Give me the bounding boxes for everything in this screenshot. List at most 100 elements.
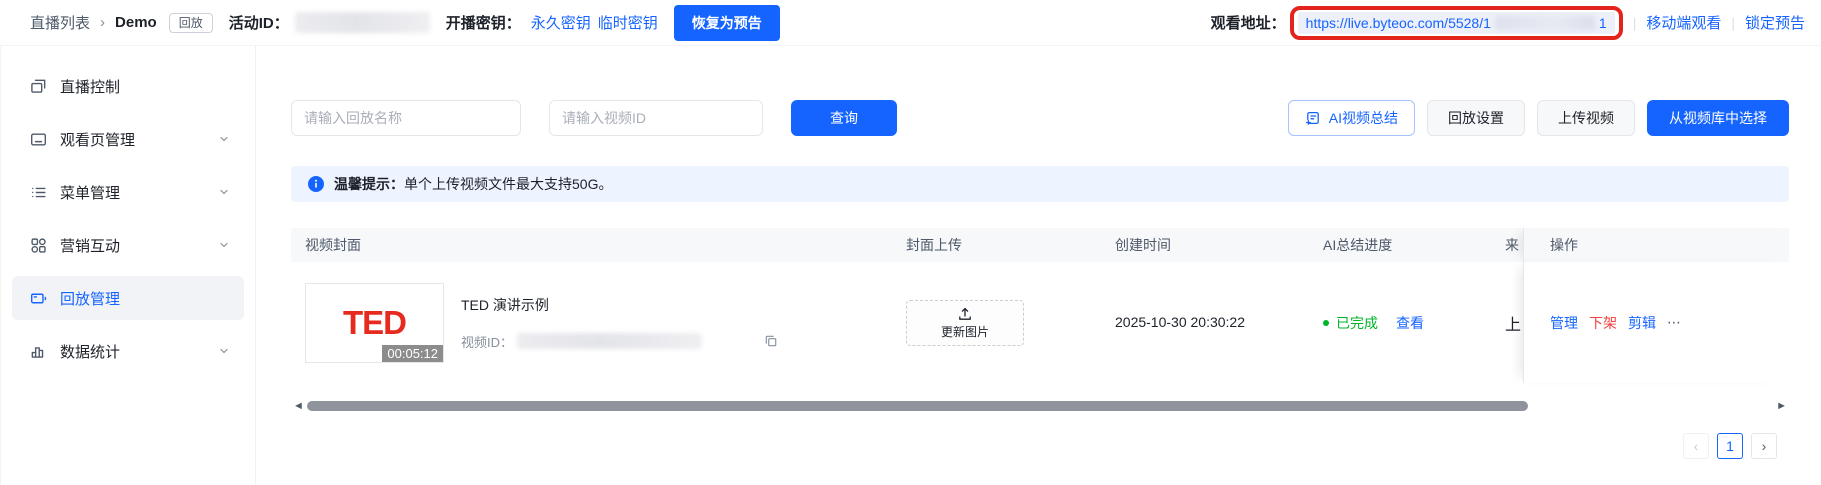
- col-header-ai-progress: AI总结进度: [1323, 237, 1393, 253]
- sidebar-item-label: 营销互动: [60, 237, 121, 255]
- sidebar-item-marketing[interactable]: 营销互动: [12, 223, 244, 267]
- info-icon: [308, 176, 324, 192]
- lock-preview-link[interactable]: 锁定预告: [1745, 12, 1805, 33]
- permanent-key-link[interactable]: 永久密钥: [531, 12, 591, 33]
- created-at-cell: 2025-10-30 20:30:22: [1115, 313, 1245, 330]
- table-header-row: 视频封面 封面上传 创建时间 AI总结进度 来 操作: [291, 228, 1789, 262]
- activity-id-redacted-value: [294, 12, 430, 33]
- notice-text: 温馨提示：单个上传视频文件最大支持50G。: [334, 176, 613, 192]
- replay-settings-button[interactable]: 回放设置: [1427, 100, 1525, 136]
- breadcrumb-root[interactable]: 直播列表: [30, 12, 90, 33]
- video-meta: TED 演讲示例 视频ID：: [461, 295, 778, 351]
- video-id-redacted-value: [517, 333, 703, 349]
- temp-key-link[interactable]: 临时密钥: [598, 12, 658, 33]
- stream-key-label: 开播密钥：: [445, 15, 521, 32]
- divider: |: [1632, 14, 1637, 31]
- ai-summary-label: AI视频总结: [1328, 110, 1398, 126]
- watch-url-text: https://live.byteoc.com/5528/1: [1305, 14, 1491, 31]
- horizontal-scrollbar: ◄ ►: [291, 399, 1789, 413]
- select-from-library-button[interactable]: 从视频库中选择: [1647, 100, 1789, 136]
- replay-name-input[interactable]: [291, 100, 521, 136]
- menu-manage-icon: [30, 184, 47, 201]
- sidebar-item-label: 数据统计: [60, 343, 121, 361]
- sidebar-item-data-stats[interactable]: 数据统计: [12, 329, 244, 373]
- notice-banner: 温馨提示：单个上传视频文件最大支持50G。: [291, 166, 1789, 202]
- topbar: 直播列表 › Demo 回放 活动ID： 开播密钥： 永久密钥 临时密钥 恢复为…: [0, 0, 1821, 46]
- ted-logo: TED: [343, 303, 407, 341]
- pagination-prev-button[interactable]: ‹: [1683, 433, 1709, 459]
- cover-upload-cell: 更新图片: [906, 299, 1115, 346]
- sidebar-item-label: 菜单管理: [60, 184, 121, 202]
- sidebar-item-live-control[interactable]: 直播控制: [12, 64, 244, 108]
- marketing-icon: [30, 237, 47, 254]
- breadcrumb-separator: ›: [100, 14, 106, 31]
- ai-summary-button[interactable]: AI视频总结: [1287, 100, 1415, 136]
- sidebar-item-watch-page[interactable]: 观看页管理: [12, 117, 244, 161]
- watch-page-icon: [30, 131, 47, 148]
- col-header-actions: 操作: [1523, 228, 1789, 262]
- video-thumbnail[interactable]: TED 00:05:12: [305, 282, 444, 363]
- divider: |: [1731, 14, 1735, 31]
- pagination-page-1[interactable]: 1: [1717, 433, 1743, 459]
- video-title: TED 演讲示例: [461, 296, 549, 313]
- scroll-right-arrow-icon[interactable]: ►: [1776, 399, 1787, 413]
- chevron-down-icon: [218, 186, 230, 198]
- more-actions-button[interactable]: ⋯: [1667, 314, 1682, 331]
- col-header-cover: 视频封面: [305, 237, 361, 253]
- view-summary-link[interactable]: 查看: [1396, 313, 1424, 333]
- duration-badge: 00:05:12: [382, 344, 443, 362]
- take-down-link[interactable]: 下架: [1589, 313, 1617, 333]
- watch-url-link[interactable]: https://live.byteoc.com/5528/1 1: [1297, 11, 1615, 34]
- query-button[interactable]: 查询: [791, 100, 897, 136]
- sidebar-item-menu-manage[interactable]: 菜单管理: [12, 170, 244, 214]
- update-cover-label: 更新图片: [940, 324, 989, 339]
- pagination-next-button[interactable]: ›: [1751, 433, 1777, 459]
- restore-preview-button[interactable]: 恢复为预告: [673, 4, 780, 41]
- chevron-down-icon: [218, 345, 230, 357]
- manage-link[interactable]: 管理: [1550, 313, 1578, 333]
- cover-cell: TED 00:05:12 TED 演讲示例 视频ID：: [291, 282, 906, 363]
- chevron-down-icon: [218, 239, 230, 251]
- actions-cell: 管理 下架 剪辑 ⋯: [1523, 262, 1789, 383]
- stats-icon: [30, 343, 47, 360]
- scroll-left-arrow-icon[interactable]: ◄: [293, 399, 304, 413]
- sidebar-item-replay-manage[interactable]: 回放管理: [12, 276, 244, 320]
- sidebar-item-label: 回放管理: [60, 290, 121, 308]
- topbar-right: 观看地址： https://live.byteoc.com/5528/1 1 |…: [1210, 5, 1811, 40]
- sidebar: 直播控制 观看页管理 菜单管理 营销互动 回放管理 数据统计: [0, 46, 256, 485]
- live-control-icon: [30, 78, 47, 95]
- watch-url-tail: 1: [1598, 14, 1607, 31]
- breadcrumb-current: Demo: [115, 14, 157, 31]
- copy-icon[interactable]: [764, 334, 778, 348]
- red-annotation-box: https://live.byteoc.com/5528/1 1: [1289, 5, 1623, 40]
- scrollbar-thumb[interactable]: [307, 401, 1528, 411]
- ai-summary-icon: [1305, 110, 1321, 126]
- sidebar-item-label: 直播控制: [60, 78, 121, 96]
- main-content: 查询 AI视频总结 回放设置 上传视频 从视频库中选择: [256, 46, 1821, 485]
- status-dot: [1323, 319, 1329, 326]
- upload-video-button[interactable]: 上传视频: [1537, 100, 1635, 136]
- mobile-view-link[interactable]: 移动端观看: [1646, 12, 1721, 33]
- toolbar-right: AI视频总结 回放设置 上传视频 从视频库中选择: [1287, 100, 1789, 136]
- watch-url-redacted-part: [1494, 15, 1595, 30]
- table-row: TED 00:05:12 TED 演讲示例 视频ID： 更新图片 2025-10…: [291, 262, 1789, 383]
- chevron-down-icon: [218, 133, 230, 145]
- ai-status-text: 已完成: [1336, 314, 1378, 331]
- col-header-cover-upload: 封面上传: [906, 237, 962, 253]
- clip-link[interactable]: 剪辑: [1628, 313, 1656, 333]
- upload-icon: [957, 306, 973, 322]
- ai-progress-cell: 已完成 查看: [1323, 313, 1505, 333]
- sidebar-item-label: 观看页管理: [60, 131, 136, 149]
- video-id-label: 视频ID：: [461, 334, 514, 350]
- video-id-input[interactable]: [549, 100, 763, 136]
- video-id-line: 视频ID：: [461, 332, 778, 351]
- toolbar: 查询 AI视频总结 回放设置 上传视频 从视频库中选择: [291, 100, 1789, 136]
- replay-icon: [30, 290, 47, 307]
- watch-url-label: 观看地址：: [1210, 15, 1286, 32]
- col-header-created-at: 创建时间: [1115, 237, 1171, 253]
- activity-id-label: 活动ID：: [228, 15, 289, 32]
- col-header-truncated: 来: [1505, 237, 1519, 253]
- replay-status-badge: 回放: [168, 12, 213, 33]
- replay-table: 视频封面 封面上传 创建时间 AI总结进度 来 操作 TED 00:05:12 …: [291, 228, 1789, 459]
- update-cover-button[interactable]: 更新图片: [906, 299, 1024, 346]
